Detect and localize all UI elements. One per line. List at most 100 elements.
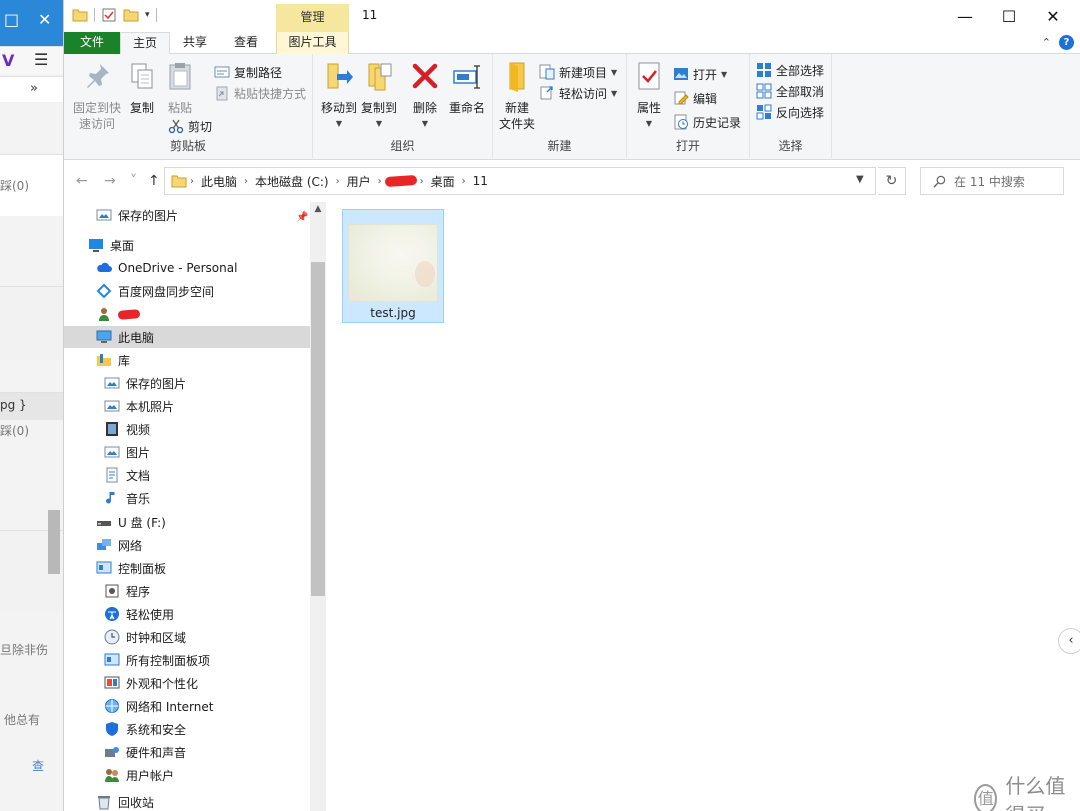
- nav-item-videos[interactable]: 视频: [64, 418, 310, 440]
- maximize-button[interactable]: ☐: [986, 0, 1032, 32]
- breadcrumb-local-disk[interactable]: 本地磁盘 (C:): [251, 173, 333, 190]
- address-history-dropdown-icon[interactable]: ▼: [856, 174, 864, 185]
- nav-item-library-saved-pictures[interactable]: 保存的图片: [64, 372, 310, 394]
- select-group-label: 选择: [778, 139, 803, 153]
- breadcrumb-current-folder[interactable]: 11: [469, 174, 492, 188]
- delete-button[interactable]: 删除 ▼: [407, 60, 443, 132]
- customize-qat-icon[interactable]: ▾: [145, 10, 150, 20]
- nav-item-label: 图片: [126, 445, 151, 460]
- breadcrumb-separator-icon: ›: [461, 175, 466, 187]
- forward-button[interactable]: →: [104, 173, 116, 189]
- history-button[interactable]: 历史记录: [673, 112, 741, 132]
- folder-icon[interactable]: [72, 7, 88, 23]
- menu-icon[interactable]: ☰: [34, 50, 48, 69]
- paste-button[interactable]: 粘贴: [164, 60, 196, 116]
- more-bookmarks-icon[interactable]: »: [30, 81, 38, 96]
- rename-button[interactable]: 重命名: [445, 60, 489, 116]
- title-bar: ▾ 管理 11 — ☐ ✕: [64, 0, 1080, 32]
- cut-button[interactable]: 剪切: [168, 116, 212, 136]
- nav-item-music[interactable]: 音乐: [64, 487, 310, 509]
- nav-item-usb-drive[interactable]: U 盘 (F:): [64, 511, 310, 533]
- easy-access-button[interactable]: 轻松访问 ▼: [539, 83, 617, 103]
- nav-item-network[interactable]: 网络: [64, 534, 310, 556]
- tab-manage[interactable]: 管理: [276, 4, 349, 32]
- properties-check-icon[interactable]: [101, 7, 117, 23]
- copy-to-button[interactable]: 复制到 ▼: [357, 60, 401, 132]
- properties-button[interactable]: 属性 ▼: [633, 60, 665, 132]
- new-folder-icon[interactable]: [123, 7, 139, 23]
- background-scrollbar[interactable]: [48, 510, 60, 574]
- open-label: 打开: [693, 67, 718, 82]
- back-button[interactable]: ←: [76, 173, 88, 189]
- close-button[interactable]: ✕: [1030, 0, 1076, 32]
- recent-locations-icon[interactable]: ˅: [130, 173, 137, 189]
- select-none-button[interactable]: 全部取消: [756, 81, 824, 101]
- tab-picture-tools[interactable]: 图片工具: [276, 32, 349, 54]
- edit-button[interactable]: 编辑: [673, 88, 717, 108]
- nav-item-clock-region[interactable]: 时钟和区域: [64, 626, 310, 648]
- vivaldi-icon[interactable]: V: [2, 51, 14, 70]
- nav-item-desktop[interactable]: 桌面: [64, 234, 310, 256]
- breadcrumb-this-pc[interactable]: 此电脑: [197, 173, 241, 190]
- open-button[interactable]: 打开 ▼: [673, 64, 727, 84]
- nav-item-onedrive[interactable]: OneDrive - Personal: [64, 257, 310, 279]
- nav-item-label: 控制面板: [118, 561, 167, 576]
- address-bar[interactable]: › 此电脑 › 本地磁盘 (C:) › 用户 › › 桌面 › 11: [164, 167, 876, 195]
- nav-item-saved-pictures-quick[interactable]: 保存的图片 📌: [64, 204, 310, 226]
- scroll-up-icon[interactable]: ▲: [310, 204, 326, 220]
- select-all-button[interactable]: 全部选择: [756, 60, 824, 80]
- invert-selection-button[interactable]: 反向选择: [756, 102, 824, 122]
- nav-item-programs[interactable]: 程序: [64, 580, 310, 602]
- user-accounts-icon: [105, 769, 119, 782]
- nav-item-network-internet[interactable]: 网络和 Internet: [64, 695, 310, 717]
- search-box[interactable]: 在 11 中搜索: [920, 167, 1064, 195]
- copy-button[interactable]: 复制: [126, 60, 158, 116]
- new-item-button[interactable]: 新建项目 ▼: [539, 62, 617, 82]
- nav-item-ease-of-access[interactable]: 轻松使用: [64, 603, 310, 625]
- tab-view[interactable]: 查看: [224, 32, 268, 54]
- move-to-button[interactable]: 移动到 ▼: [317, 60, 361, 132]
- delete-x-icon: [412, 63, 438, 89]
- control-panel-icon: [96, 561, 112, 574]
- tab-file[interactable]: 文件: [64, 32, 120, 54]
- nav-item-label: OneDrive - Personal: [118, 261, 238, 275]
- breadcrumb-desktop[interactable]: 桌面: [427, 173, 459, 190]
- file-item[interactable]: test.jpg: [342, 209, 444, 323]
- pin-quick-access-button[interactable]: 固定到快 速访问: [70, 60, 124, 132]
- background-close-button[interactable]: ✕: [38, 10, 51, 29]
- tab-home[interactable]: 主页: [120, 32, 170, 55]
- nav-item-documents[interactable]: 文档: [64, 464, 310, 486]
- new-folder-button[interactable]: 新建 文件夹: [497, 60, 537, 132]
- nav-item-control-panel[interactable]: 控制面板: [64, 557, 310, 579]
- nav-item-recycle-bin[interactable]: 回收站: [64, 791, 310, 811]
- tab-share[interactable]: 共享: [172, 32, 218, 54]
- copy-path-button[interactable]: 复制路径: [214, 62, 282, 82]
- nav-item-all-control-panel-items[interactable]: 所有控制面板项: [64, 649, 310, 671]
- nav-item-libraries[interactable]: 库: [64, 349, 310, 371]
- help-icon[interactable]: ?: [1059, 35, 1074, 50]
- minimize-button[interactable]: —: [942, 0, 988, 32]
- nav-item-appearance[interactable]: 外观和个性化: [64, 672, 310, 694]
- nav-item-camera-roll[interactable]: 本机照片: [64, 395, 310, 417]
- navigation-scrollbar-thumb[interactable]: [311, 262, 325, 596]
- breadcrumb-users[interactable]: 用户: [343, 173, 375, 190]
- paste-shortcut-button[interactable]: 粘贴快捷方式: [214, 83, 306, 103]
- file-list-area[interactable]: test.jpg: [326, 202, 1080, 811]
- nav-item-label: 所有控制面板项: [126, 653, 211, 668]
- nav-item-hardware-sound[interactable]: 硬件和声音: [64, 741, 310, 763]
- minimize-ribbon-icon[interactable]: ⌃: [1042, 36, 1051, 49]
- refresh-button[interactable]: ↻: [878, 167, 906, 195]
- nav-item-user-accounts[interactable]: 用户帐户: [64, 764, 310, 786]
- nav-item-system-security[interactable]: 系统和安全: [64, 718, 310, 740]
- nav-item-user-folder[interactable]: [64, 303, 310, 325]
- side-panel-toggle-button[interactable]: ‹: [1058, 628, 1080, 654]
- background-maximize-button[interactable]: □: [4, 10, 19, 29]
- clipboard-group-label: 剪贴板: [169, 139, 206, 153]
- pin-icon[interactable]: 📌: [296, 212, 308, 223]
- window-title: 11: [362, 8, 378, 22]
- up-button[interactable]: ↑: [148, 173, 160, 189]
- nav-item-baidu-netdisk[interactable]: 百度网盘同步空间: [64, 280, 310, 302]
- background-link[interactable]: 查: [32, 757, 44, 774]
- nav-item-this-pc[interactable]: 此电脑: [64, 326, 310, 348]
- nav-item-pictures[interactable]: 图片: [64, 441, 310, 463]
